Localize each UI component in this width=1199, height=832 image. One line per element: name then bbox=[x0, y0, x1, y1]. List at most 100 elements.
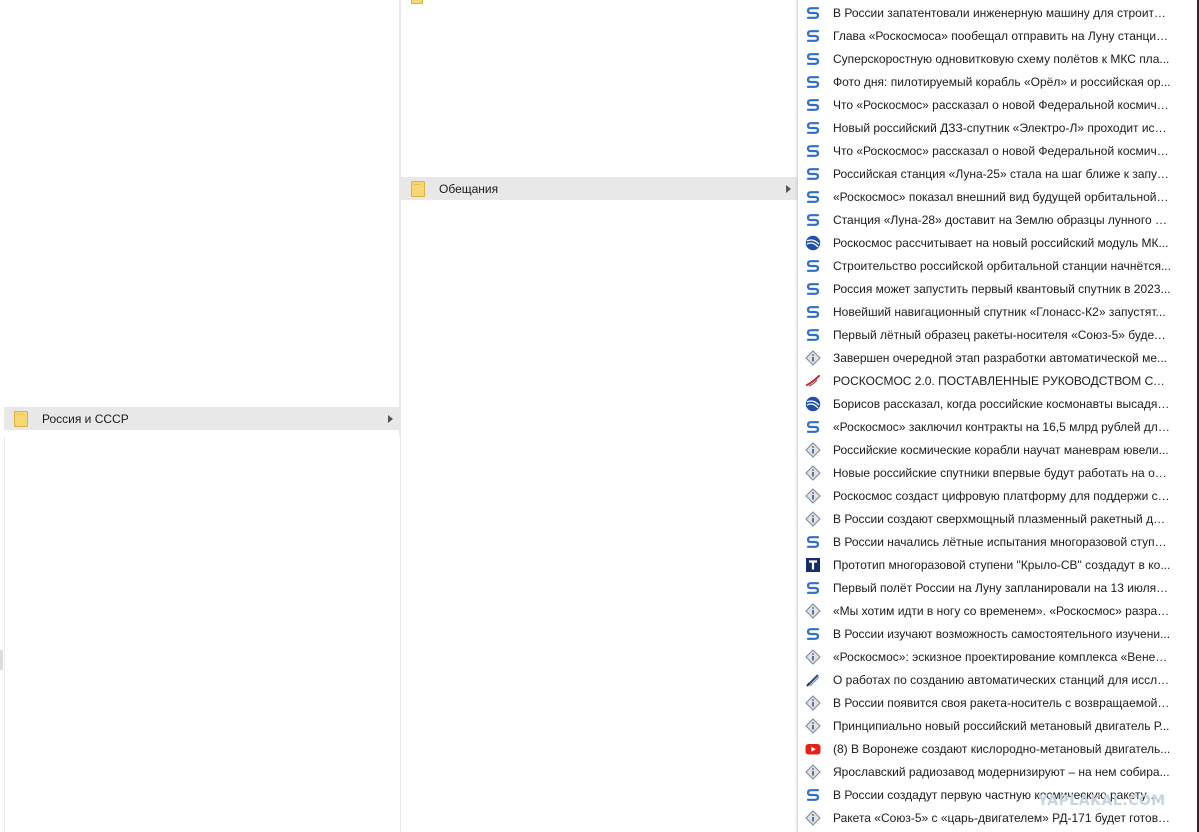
roscosmos-s-icon bbox=[805, 5, 821, 21]
roscosmos-s-icon bbox=[805, 212, 821, 228]
bookmark-title: Станция «Луна-28» доставит на Землю обра… bbox=[833, 212, 1171, 227]
bookmark-title: Что «Роскосмос» рассказал о новой Федера… bbox=[833, 97, 1171, 112]
bookmarks-list: В России запатентовали инженерную машину… bbox=[798, 1, 1198, 829]
diamond-info-icon bbox=[805, 349, 821, 366]
youtube-icon bbox=[805, 741, 821, 757]
diamond-info-icon bbox=[805, 648, 821, 665]
bookmark-item[interactable]: О работах по созданию автоматических ста… bbox=[798, 668, 1198, 691]
bookmark-item[interactable]: Первый полёт России на Луну запланировал… bbox=[798, 576, 1198, 599]
bookmark-item[interactable]: Российские космические корабли научат ма… bbox=[798, 438, 1198, 461]
bookmark-title: Глава «Роскосмоса» пообещал отправить на… bbox=[833, 28, 1171, 43]
bookmark-title: «Мы хотим идти в ногу со временем». «Рос… bbox=[833, 603, 1171, 618]
bookmark-item[interactable]: «Роскосмос» показал внешний вид будущей … bbox=[798, 185, 1198, 208]
bookmark-item[interactable]: Глава «Роскосмоса» пообещал отправить на… bbox=[798, 24, 1198, 47]
bookmark-item[interactable]: Завершен очередной этап разработки автом… bbox=[798, 346, 1198, 369]
bookmark-title: Ярославский радиозавод модернизируют – н… bbox=[833, 764, 1170, 779]
bookmark-item[interactable]: Фото дня: пилотируемый корабль «Орёл» и … bbox=[798, 70, 1198, 93]
bookmarks-panel-root: Россия и СССР bbox=[4, 0, 400, 440]
bookmark-item[interactable]: Новейший навигационный спутник «Глонасс-… bbox=[798, 300, 1198, 323]
roscosmos-s-icon bbox=[805, 580, 821, 596]
bookmark-item[interactable]: РОСКОСМОС 2.0. ПОСТАВЛЕННЫЕ РУКОВОДСТВОМ… bbox=[798, 369, 1198, 392]
bookmark-item[interactable]: В России появится своя ракета-носитель с… bbox=[798, 691, 1198, 714]
folder-icon-partial bbox=[411, 0, 423, 4]
bookmark-item[interactable]: В России запатентовали инженерную машину… bbox=[798, 1, 1198, 24]
bookmark-item[interactable]: «Мы хотим идти в ногу со временем». «Рос… bbox=[798, 599, 1198, 622]
folder-icon bbox=[411, 180, 425, 197]
bookmark-item[interactable]: Суперскоростную одновитковую схему полёт… bbox=[798, 47, 1198, 70]
bookmark-title: Суперскоростную одновитковую схему полёт… bbox=[833, 51, 1170, 66]
pen-logo-icon bbox=[805, 672, 821, 688]
bookmark-item[interactable]: В России создают сверхмощный плазменный … bbox=[798, 507, 1198, 530]
globe-logo-icon bbox=[805, 235, 821, 251]
roscosmos-s-icon bbox=[805, 304, 821, 320]
empty-area bbox=[4, 436, 400, 832]
bookmark-title: Что «Роскосмос» рассказал о новой Федера… bbox=[833, 143, 1171, 158]
diamond-info-icon bbox=[805, 763, 821, 780]
bookmark-title: В России запатентовали инженерную машину… bbox=[833, 5, 1171, 20]
bookmark-item[interactable]: Что «Роскосмос» рассказал о новой Федера… bbox=[798, 139, 1198, 162]
roscosmos-s-icon bbox=[805, 787, 821, 803]
folder-label: Обещания bbox=[439, 181, 499, 196]
bookmark-item[interactable]: Российская станция «Луна-25» стала на ша… bbox=[798, 162, 1198, 185]
bookmark-title: Первый полёт России на Луну запланировал… bbox=[833, 580, 1171, 595]
bookmark-title: РОСКОСМОС 2.0. ПОСТАВЛЕННЫЕ РУКОВОДСТВОМ… bbox=[833, 373, 1171, 388]
bookmark-item[interactable]: Что «Роскосмос» рассказал о новой Федера… bbox=[798, 93, 1198, 116]
bookmark-item[interactable]: Роскосмос рассчитывает на новый российск… bbox=[798, 231, 1198, 254]
bookmark-title: Новые российские спутники впервые будут … bbox=[833, 465, 1171, 480]
bookmark-title: Первый лётный образец ракеты-носителя «С… bbox=[833, 327, 1171, 342]
folder-icon bbox=[14, 410, 28, 427]
diamond-info-icon bbox=[805, 809, 821, 826]
bookmark-item[interactable]: «Роскосмос»: эскизное проектирование ком… bbox=[798, 645, 1198, 668]
bookmark-title: В России изучают возможность самостоятел… bbox=[833, 626, 1171, 641]
roscosmos-s-icon bbox=[805, 51, 821, 67]
bookmark-title: О работах по созданию автоматических ста… bbox=[833, 672, 1171, 687]
bookmark-item[interactable]: Новый российский ДЗЗ-спутник «Электро-Л»… bbox=[798, 116, 1198, 139]
bookmark-title: Новый российский ДЗЗ-спутник «Электро-Л»… bbox=[833, 120, 1171, 135]
diamond-info-icon bbox=[805, 694, 821, 711]
rocket-logo-icon bbox=[805, 373, 821, 389]
bookmark-title: Россия может запустить первый квантовый … bbox=[833, 281, 1171, 296]
diamond-info-icon bbox=[805, 510, 821, 527]
bookmark-title: Российская станция «Луна-25» стала на ша… bbox=[833, 166, 1171, 181]
bookmark-title: «Роскосмос» показал внешний вид будущей … bbox=[833, 189, 1171, 204]
submenu-arrow-icon bbox=[786, 185, 791, 193]
bookmark-item[interactable]: Строительство российской орбитальной ста… bbox=[798, 254, 1198, 277]
bookmark-item[interactable]: Станция «Луна-28» доставит на Землю обра… bbox=[798, 208, 1198, 231]
watermark: YAPLAKAL.COM bbox=[1038, 793, 1166, 809]
bookmark-item[interactable]: Первый лётный образец ракеты-носителя «С… bbox=[798, 323, 1198, 346]
bookmark-title: Строительство российской орбитальной ста… bbox=[833, 258, 1171, 273]
bookmark-title: Роскосмос создаст цифровую платформу для… bbox=[833, 488, 1171, 503]
bookmark-title: (8) В Воронеже создают кислородно-метано… bbox=[833, 741, 1171, 756]
folder-promises[interactable]: Обещания bbox=[401, 177, 797, 200]
bookmark-item[interactable]: В России начались лётные испытания много… bbox=[798, 530, 1198, 553]
bookmark-item[interactable]: Прототип многоразовой ступени "Крыло-СВ"… bbox=[798, 553, 1198, 576]
bookmark-title: Фото дня: пилотируемый корабль «Орёл» и … bbox=[833, 74, 1171, 89]
bookmark-item[interactable]: Борисов рассказал, когда российские косм… bbox=[798, 392, 1198, 415]
roscosmos-s-icon bbox=[805, 258, 821, 274]
diamond-info-icon bbox=[805, 464, 821, 481]
bookmark-item[interactable]: Принципиально новый российский метановый… bbox=[798, 714, 1198, 737]
folder-label: Россия и СССР bbox=[42, 411, 129, 426]
bookmark-item[interactable]: Ракета «Союз-5» с «царь-двигателем» РД-1… bbox=[798, 806, 1198, 829]
diamond-info-icon bbox=[805, 602, 821, 619]
roscosmos-s-icon bbox=[805, 281, 821, 297]
roscosmos-s-icon bbox=[805, 419, 821, 435]
bookmark-item[interactable]: (8) В Воронеже создают кислородно-метано… bbox=[798, 737, 1198, 760]
window-edge-mark bbox=[0, 650, 3, 670]
bookmark-title: Принципиально новый российский метановый… bbox=[833, 718, 1170, 733]
bookmark-item[interactable]: Россия может запустить первый квантовый … bbox=[798, 277, 1198, 300]
roscosmos-s-icon bbox=[805, 166, 821, 182]
bookmark-item[interactable]: «Роскосмос» заключил контракты на 16,5 м… bbox=[798, 415, 1198, 438]
roscosmos-s-icon bbox=[805, 97, 821, 113]
bookmarks-panel-sub: Обещания bbox=[400, 0, 797, 832]
bookmark-item[interactable]: Ярославский радиозавод модернизируют – н… bbox=[798, 760, 1198, 783]
folder-russia-ussr[interactable]: Россия и СССР bbox=[4, 407, 399, 430]
roscosmos-s-icon bbox=[805, 143, 821, 159]
diamond-info-icon bbox=[805, 717, 821, 734]
bookmark-title: Борисов рассказал, когда российские косм… bbox=[833, 396, 1171, 411]
bookmark-title: В России появится своя ракета-носитель с… bbox=[833, 695, 1171, 710]
bookmark-item[interactable]: В России изучают возможность самостоятел… bbox=[798, 622, 1198, 645]
diamond-info-icon bbox=[805, 441, 821, 458]
bookmark-item[interactable]: Роскосмос создаст цифровую платформу для… bbox=[798, 484, 1198, 507]
bookmark-item[interactable]: Новые российские спутники впервые будут … bbox=[798, 461, 1198, 484]
